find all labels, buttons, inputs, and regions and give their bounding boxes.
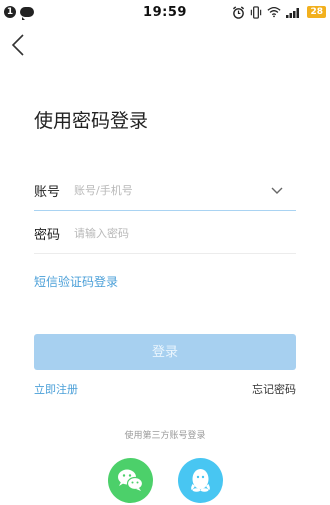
notification-count-badge: 1 <box>4 6 16 18</box>
page-title: 使用密码登录 <box>34 110 149 132</box>
qq-icon <box>191 469 210 492</box>
qq-login-button[interactable] <box>178 458 223 503</box>
password-field-row: 密码 <box>34 218 296 248</box>
vibrate-icon <box>251 5 262 19</box>
chevron-down-icon <box>271 187 283 194</box>
wechat-icon <box>118 469 144 491</box>
sms-login-link[interactable]: 短信验证码登录 <box>34 273 118 290</box>
password-input[interactable] <box>72 225 296 241</box>
status-left-group: 1 <box>4 6 34 20</box>
wechat-login-button[interactable] <box>108 458 153 503</box>
message-notification-icon <box>20 7 34 20</box>
third-party-login-label: 使用第三方账号登录 <box>124 431 206 441</box>
forgot-password-link[interactable]: 忘记密码 <box>252 381 296 397</box>
password-underline <box>34 253 296 254</box>
wifi-icon <box>267 6 282 18</box>
back-button[interactable] <box>8 32 30 58</box>
account-dropdown-button[interactable] <box>268 181 286 199</box>
battery-indicator: 28 <box>307 6 326 18</box>
account-underline <box>34 210 296 211</box>
signal-icon <box>286 8 300 18</box>
password-label: 密码 <box>34 227 61 243</box>
back-arrow-icon <box>11 34 24 56</box>
status-bar: 1 19:59 28 <box>0 0 330 24</box>
account-input[interactable] <box>72 182 268 198</box>
alarm-icon <box>233 5 245 19</box>
status-right-group: 28 <box>232 5 326 19</box>
register-link[interactable]: 立即注册 <box>34 381 78 397</box>
account-field-row: 账号 <box>34 175 296 205</box>
login-button[interactable]: 登录 <box>34 334 296 370</box>
account-label: 账号 <box>34 184 61 200</box>
